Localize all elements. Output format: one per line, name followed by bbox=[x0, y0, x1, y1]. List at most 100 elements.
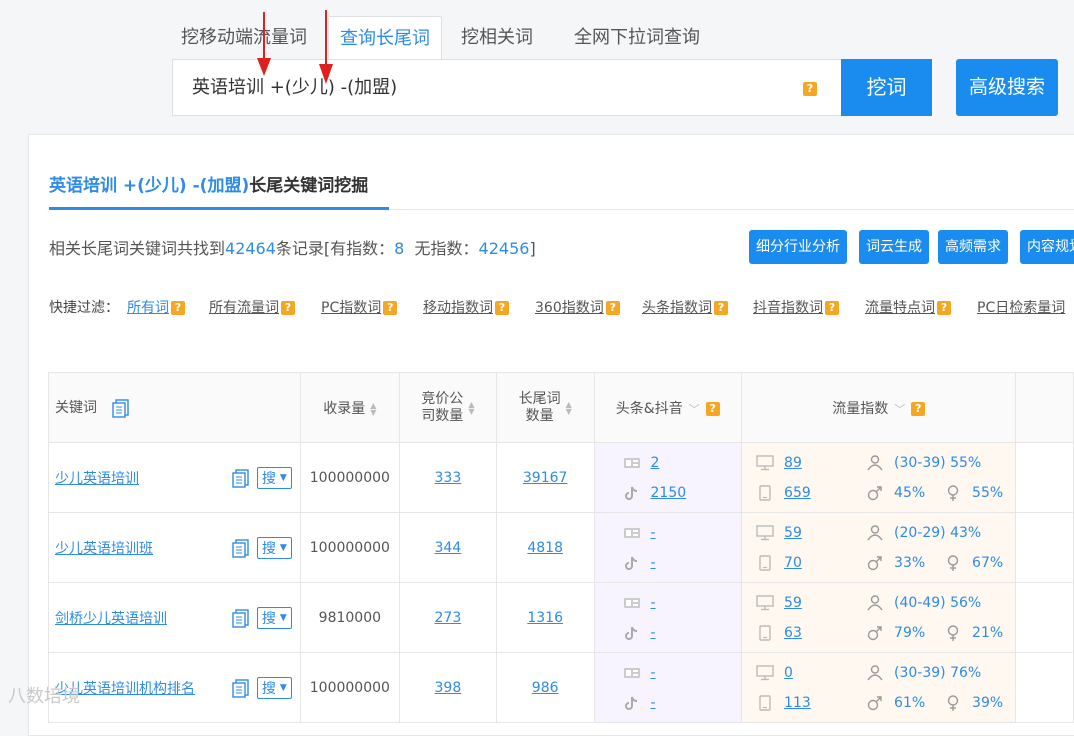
col-more bbox=[1015, 372, 1074, 443]
tab-mobile-traffic-words[interactable]: 挖移动端流量词 bbox=[172, 16, 316, 60]
sort-icon[interactable]: ▲ ▼ bbox=[468, 400, 474, 415]
search-query-text[interactable]: 英语培训 +(少儿) -(加盟) bbox=[192, 60, 397, 115]
search-engine-dropdown[interactable]: 搜 ▼ bbox=[256, 606, 292, 629]
col-traffic-index[interactable]: 流量指数 ﹀? bbox=[741, 372, 1017, 443]
filter-douyin-index-words[interactable]: 抖音指数词? bbox=[753, 297, 839, 317]
mobile-phone-icon bbox=[759, 694, 771, 711]
bidders-link[interactable]: 398 bbox=[435, 680, 462, 696]
pc-index-value[interactable]: 59 bbox=[784, 525, 802, 541]
result-summary: 相关长尾词关键词共找到42464条记录[有指数：8 无指数：42456] bbox=[49, 235, 536, 259]
toutiao-icon bbox=[623, 457, 640, 468]
tab-dropdown-words[interactable]: 全网下拉词查询 bbox=[566, 16, 708, 60]
help-icon[interactable]: ? bbox=[171, 301, 185, 315]
advanced-search-button[interactable]: 高级搜索 bbox=[956, 59, 1058, 116]
table-row: 少儿英语培训 搜 ▼ 100000000 333 39167 2 2150 89… bbox=[48, 442, 1074, 513]
longtail-link[interactable]: 1316 bbox=[527, 610, 563, 626]
search-engine-dropdown[interactable]: 搜 ▼ bbox=[256, 466, 292, 489]
male-icon bbox=[867, 555, 882, 570]
filter-toutiao-index-words[interactable]: 头条指数词? bbox=[642, 297, 728, 317]
tab-longtail-query[interactable]: 查询长尾词 bbox=[328, 16, 442, 61]
filter-traffic-feature-words[interactable]: 流量特点词? bbox=[865, 297, 951, 317]
pc-monitor-icon bbox=[756, 594, 774, 610]
bidders-link[interactable]: 333 bbox=[435, 470, 462, 486]
help-icon[interactable]: ? bbox=[937, 301, 951, 315]
industry-analysis-button[interactable]: 细分行业分析 bbox=[749, 230, 847, 264]
tab-related-words[interactable]: 挖相关词 bbox=[450, 16, 544, 60]
mobile-index-value[interactable]: 659 bbox=[784, 485, 811, 501]
bidders-link[interactable]: 273 bbox=[435, 610, 462, 626]
chevron-down-icon[interactable]: ﹀ bbox=[689, 403, 700, 416]
col-toutiao-douyin[interactable]: 头条&抖音 ﹀? bbox=[593, 372, 743, 443]
douyin-value[interactable]: - bbox=[651, 555, 656, 571]
search-input[interactable]: 英语培训 +(少儿) -(加盟) ? bbox=[172, 59, 841, 116]
indexed-cell: 100000000 bbox=[299, 512, 400, 583]
word-cloud-button[interactable]: 词云生成 bbox=[859, 230, 929, 264]
help-icon[interactable]: ? bbox=[281, 301, 295, 315]
person-icon bbox=[867, 664, 883, 680]
filter-all-words[interactable]: 所有词? bbox=[127, 297, 185, 317]
col-bidders[interactable]: 竞价公 司数量▲ ▼ bbox=[398, 372, 497, 443]
pc-index-value[interactable]: 0 bbox=[784, 665, 793, 681]
copy-icon[interactable] bbox=[111, 398, 131, 418]
search-engine-dropdown[interactable]: 搜 ▼ bbox=[256, 536, 292, 559]
search-help-icon[interactable]: ? bbox=[803, 82, 817, 96]
help-icon[interactable]: ? bbox=[825, 301, 839, 315]
bidders-link[interactable]: 344 bbox=[435, 540, 462, 556]
filter-360-index-words[interactable]: 360指数词? bbox=[535, 297, 620, 317]
help-icon[interactable]: ? bbox=[911, 401, 926, 416]
toutiao-value[interactable]: - bbox=[651, 595, 656, 611]
mobile-index-value[interactable]: 70 bbox=[784, 555, 802, 571]
summary-with-index: 8 bbox=[394, 239, 405, 258]
longtail-link[interactable]: 39167 bbox=[523, 470, 568, 486]
dig-button[interactable]: 挖词 bbox=[841, 59, 932, 116]
col-longtail[interactable]: 长尾词 数量▲ ▼ bbox=[495, 372, 595, 443]
keyword-link[interactable]: 少儿英语培训 bbox=[55, 468, 139, 488]
douyin-icon bbox=[624, 626, 637, 640]
chevron-down-icon[interactable]: ﹀ bbox=[894, 403, 905, 416]
filter-pc-index-words[interactable]: PC指数词? bbox=[321, 297, 398, 317]
longtail-link[interactable]: 4818 bbox=[527, 540, 563, 556]
filter-mobile-index-words[interactable]: 移动指数词? bbox=[423, 297, 509, 317]
traffic-index-cell: 0 113 (30-39) 76% 61% 39% bbox=[741, 652, 1017, 723]
help-icon[interactable]: ? bbox=[605, 301, 620, 315]
search-engine-dropdown[interactable]: 搜 ▼ bbox=[256, 676, 292, 699]
help-icon[interactable]: ? bbox=[495, 301, 509, 315]
toutiao-value[interactable]: 2 bbox=[651, 455, 660, 471]
copy-icon[interactable] bbox=[231, 538, 251, 558]
mobile-index-value[interactable]: 113 bbox=[784, 695, 811, 711]
content-plan-button[interactable]: 内容规划 bbox=[1020, 230, 1074, 264]
douyin-value[interactable]: - bbox=[651, 625, 656, 641]
mobile-index-value[interactable]: 63 bbox=[784, 625, 802, 641]
sort-icon[interactable]: ▲ ▼ bbox=[566, 400, 572, 415]
copy-icon[interactable] bbox=[231, 468, 251, 488]
keyword-link[interactable]: 少儿英语培训班 bbox=[55, 538, 153, 558]
title-keyword: 英语培训 +(少儿) -(加盟) bbox=[49, 176, 250, 196]
toutiao-value[interactable]: - bbox=[651, 665, 656, 681]
toutiao-value[interactable]: - bbox=[651, 525, 656, 541]
indexed-cell: 100000000 bbox=[299, 652, 400, 723]
pc-index-value[interactable]: 59 bbox=[784, 595, 802, 611]
douyin-value[interactable]: 2150 bbox=[651, 485, 687, 501]
longtail-cell: 986 bbox=[495, 652, 595, 723]
age-distribution: (20-29) 43% bbox=[894, 524, 982, 541]
help-icon[interactable]: ? bbox=[383, 301, 398, 315]
copy-icon[interactable] bbox=[231, 608, 251, 628]
help-icon[interactable]: ? bbox=[714, 301, 728, 315]
douyin-value[interactable]: - bbox=[651, 695, 656, 711]
sort-icon[interactable]: ▲ ▼ bbox=[370, 401, 376, 416]
longtail-link[interactable]: 986 bbox=[532, 680, 559, 696]
indexed-value: 100000000 bbox=[309, 679, 390, 696]
table-row: 剑桥少儿英语培训 搜 ▼ 9810000 273 1316 - - 59 63 … bbox=[48, 582, 1074, 653]
col-indexed[interactable]: 收录量 ▲ ▼ bbox=[299, 372, 400, 443]
caret-down-icon: ▼ bbox=[279, 472, 287, 483]
high-freq-demand-button[interactable]: 高频需求 bbox=[938, 230, 1008, 264]
caret-down-icon: ▼ bbox=[279, 542, 287, 553]
help-icon[interactable]: ? bbox=[705, 401, 720, 416]
copy-icon[interactable] bbox=[231, 678, 251, 698]
keyword-link[interactable]: 剑桥少儿英语培训 bbox=[55, 608, 167, 628]
longtail-cell: 39167 bbox=[495, 442, 595, 513]
indexed-cell: 100000000 bbox=[299, 442, 400, 513]
filter-pc-daily-search-words[interactable]: PC日检索量词 bbox=[977, 297, 1065, 317]
filter-all-traffic-words[interactable]: 所有流量词? bbox=[209, 297, 295, 317]
pc-index-value[interactable]: 89 bbox=[784, 455, 802, 471]
